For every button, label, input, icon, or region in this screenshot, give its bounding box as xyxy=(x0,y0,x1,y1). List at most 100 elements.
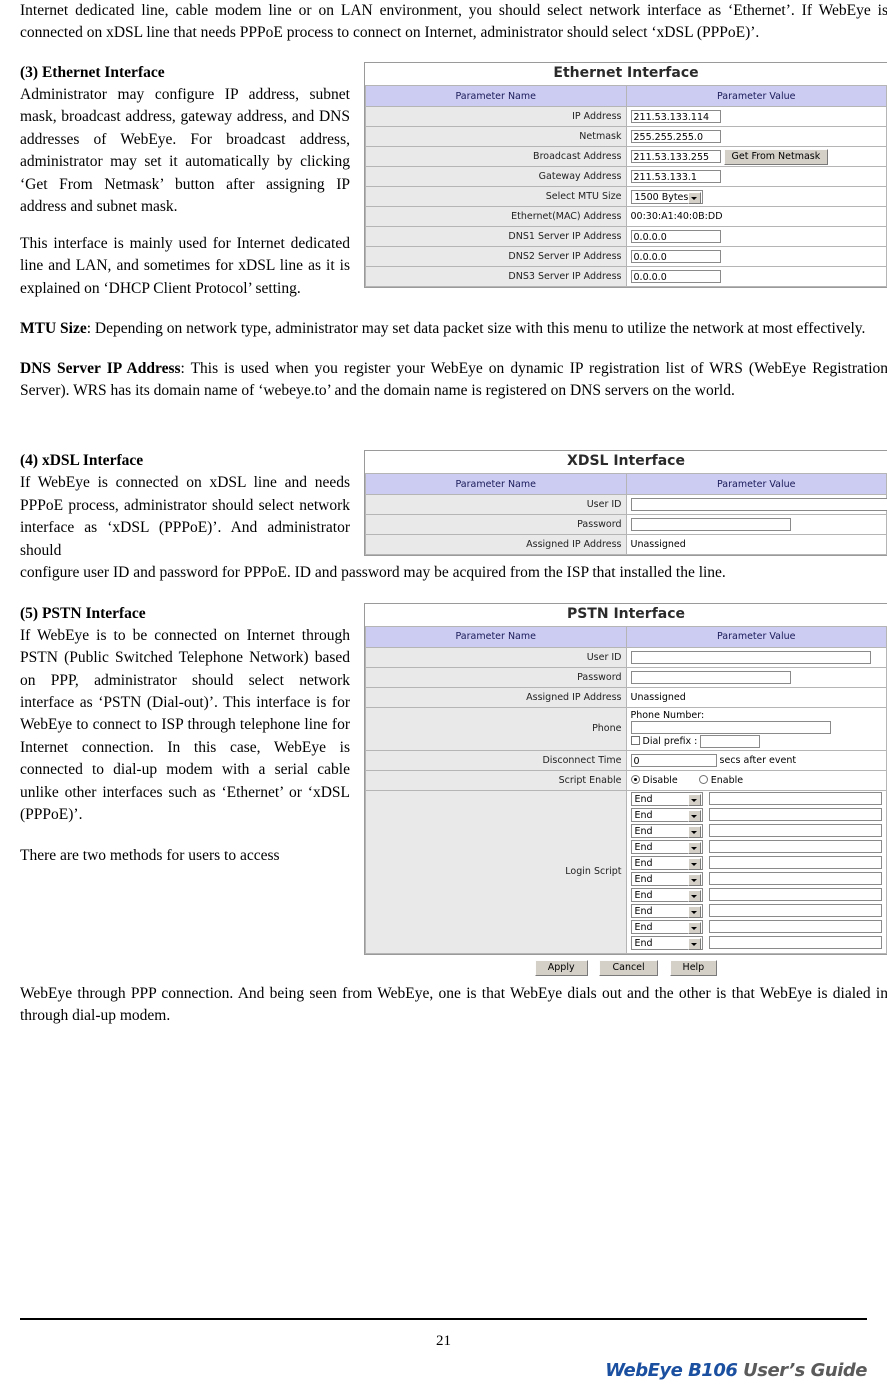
pstn-section-below-text: WebEye through PPP connection. And being… xyxy=(20,984,887,1025)
script-action-select[interactable]: End xyxy=(630,935,703,950)
script-action-select[interactable]: End xyxy=(630,903,703,918)
dial-prefix-input[interactable] xyxy=(700,734,761,748)
mtu-size-select[interactable]: 1500 Bytes xyxy=(630,189,703,204)
row-value xyxy=(625,646,887,668)
script-value-input[interactable] xyxy=(708,792,882,806)
script-value-input[interactable] xyxy=(708,808,882,822)
chevron-down-icon xyxy=(690,878,697,882)
apply-button[interactable]: Apply xyxy=(534,960,588,976)
script-line: End xyxy=(630,823,882,838)
table-row: Broadcast Address 211.53.133.255 Get Fro… xyxy=(365,146,887,167)
script-enable-option[interactable]: Enable xyxy=(698,774,744,786)
row-label: Select MTU Size xyxy=(365,186,627,207)
help-button[interactable]: Help xyxy=(669,960,718,976)
pstn-user-id-input[interactable] xyxy=(630,650,871,664)
ethernet-screenshot: Ethernet Interface Parameter Name Parame… xyxy=(364,62,887,288)
dns2-server-input[interactable]: 0.0.0.0 xyxy=(630,250,721,263)
row-label: Broadcast Address xyxy=(365,146,627,167)
row-label: DNS2 Server IP Address xyxy=(365,246,627,267)
script-action-select[interactable]: End xyxy=(630,791,703,806)
phone-number-label: Phone Number: xyxy=(630,709,705,721)
row-value xyxy=(625,666,887,688)
pstn-screenshot: PSTN Interface Parameter Name Parameter … xyxy=(364,602,887,955)
script-value-input[interactable] xyxy=(708,840,882,854)
row-label: Assigned IP Address xyxy=(365,534,627,556)
table-row-phone: Phone Phone Number: Dial prefix : xyxy=(365,706,887,751)
table-header-row: Parameter Name Parameter Value xyxy=(365,473,887,496)
radio-icon xyxy=(630,774,640,784)
script-value-input[interactable] xyxy=(708,920,882,934)
chevron-down-icon xyxy=(690,926,697,930)
dns-server-term: DNS Server IP Address xyxy=(20,360,181,378)
table-row: Assigned IP Address Unassigned xyxy=(365,686,887,708)
row-label: Netmask xyxy=(365,126,627,147)
xdsl-user-id-input[interactable] xyxy=(630,498,887,512)
xdsl-password-input[interactable] xyxy=(630,518,791,532)
script-value-input[interactable] xyxy=(708,824,882,838)
script-action-select[interactable]: End xyxy=(630,871,703,886)
script-disable-option[interactable]: Disable xyxy=(630,774,678,786)
pstn-button-bar: Apply Cancel Help xyxy=(364,955,887,979)
disconnect-time-suffix: secs after event xyxy=(719,754,797,766)
script-line: End xyxy=(630,887,882,902)
table-row: DNS3 Server IP Address 0.0.0.0 xyxy=(365,266,887,287)
row-value: 255.255.255.0 xyxy=(625,126,887,147)
script-action-value: End xyxy=(634,809,653,821)
broadcast-address-input[interactable]: 211.53.133.255 xyxy=(630,150,721,163)
ethernet-interface-figure: Ethernet Interface Parameter Name Parame… xyxy=(364,62,887,288)
script-value-input[interactable] xyxy=(708,856,882,870)
dial-prefix-label: Dial prefix : xyxy=(642,735,698,747)
script-line: End xyxy=(630,807,882,822)
xdsl-section-below-text: configure user ID and password for PPPoE… xyxy=(20,564,726,582)
mtu-size-note: MTU Size: Depending on network type, adm… xyxy=(20,318,887,340)
table-row: Disconnect Time 0 secs after event xyxy=(365,749,887,771)
script-line: End xyxy=(630,791,882,806)
disconnect-time-input[interactable]: 0 xyxy=(630,753,717,767)
script-action-value: End xyxy=(634,905,653,917)
footer-brand-secondary: User’s Guide xyxy=(743,1360,867,1381)
script-value-input[interactable] xyxy=(708,936,882,950)
cancel-button[interactable]: Cancel xyxy=(599,960,658,976)
xdsl-assigned-ip-value: Unassigned xyxy=(625,534,887,556)
script-action-select[interactable]: End xyxy=(630,823,703,838)
dns1-server-input[interactable]: 0.0.0.0 xyxy=(630,230,721,243)
column-parameter-value: Parameter Value xyxy=(625,625,887,648)
table-row-login-script: Login Script End End End End End End End… xyxy=(365,789,887,954)
ethernet-parameter-table: Parameter Name Parameter Value IP Addres… xyxy=(365,85,887,287)
script-value-input[interactable] xyxy=(708,872,882,886)
table-row: DNS1 Server IP Address 0.0.0.0 xyxy=(365,226,887,247)
script-value-input[interactable] xyxy=(708,888,882,902)
ip-address-input[interactable]: 211.53.133.114 xyxy=(630,110,721,123)
row-label: Ethernet(MAC) Address xyxy=(365,206,627,227)
table-row: Gateway Address 211.53.133.1 xyxy=(365,166,887,187)
table-row: Netmask 255.255.255.0 xyxy=(365,126,887,147)
chevron-down-icon xyxy=(690,830,697,834)
gateway-address-input[interactable]: 211.53.133.1 xyxy=(630,170,721,183)
row-value: 0.0.0.0 xyxy=(625,226,887,247)
script-enable-option-label: Enable xyxy=(710,774,744,786)
netmask-input[interactable]: 255.255.255.0 xyxy=(630,130,721,143)
get-from-netmask-button[interactable]: Get From Netmask xyxy=(723,148,829,165)
script-action-value: End xyxy=(634,825,653,837)
row-value xyxy=(625,514,887,536)
script-value-input[interactable] xyxy=(708,904,882,918)
ethernet-figure-title: Ethernet Interface xyxy=(553,65,699,81)
script-action-select[interactable]: End xyxy=(630,855,703,870)
script-action-select[interactable]: End xyxy=(630,887,703,902)
table-row: Password xyxy=(365,666,887,688)
page-content: Internet dedicated line, cable modem lin… xyxy=(20,0,887,1028)
script-action-select[interactable]: End xyxy=(630,919,703,934)
script-action-select[interactable]: End xyxy=(630,807,703,822)
dns3-server-input[interactable]: 0.0.0.0 xyxy=(630,270,721,283)
pstn-interface-figure: PSTN Interface Parameter Name Parameter … xyxy=(364,602,887,979)
table-row: DNS2 Server IP Address 0.0.0.0 xyxy=(365,246,887,267)
phone-number-input[interactable] xyxy=(630,720,831,734)
table-row: Select MTU Size 1500 Bytes xyxy=(365,186,887,207)
row-value xyxy=(625,494,887,516)
mtu-size-text: : Depending on network type, administrat… xyxy=(86,320,866,338)
script-action-value: End xyxy=(634,857,653,869)
script-line: End xyxy=(630,839,882,854)
dial-prefix-checkbox[interactable] xyxy=(630,735,640,745)
script-action-select[interactable]: End xyxy=(630,839,703,854)
pstn-password-input[interactable] xyxy=(630,670,791,684)
